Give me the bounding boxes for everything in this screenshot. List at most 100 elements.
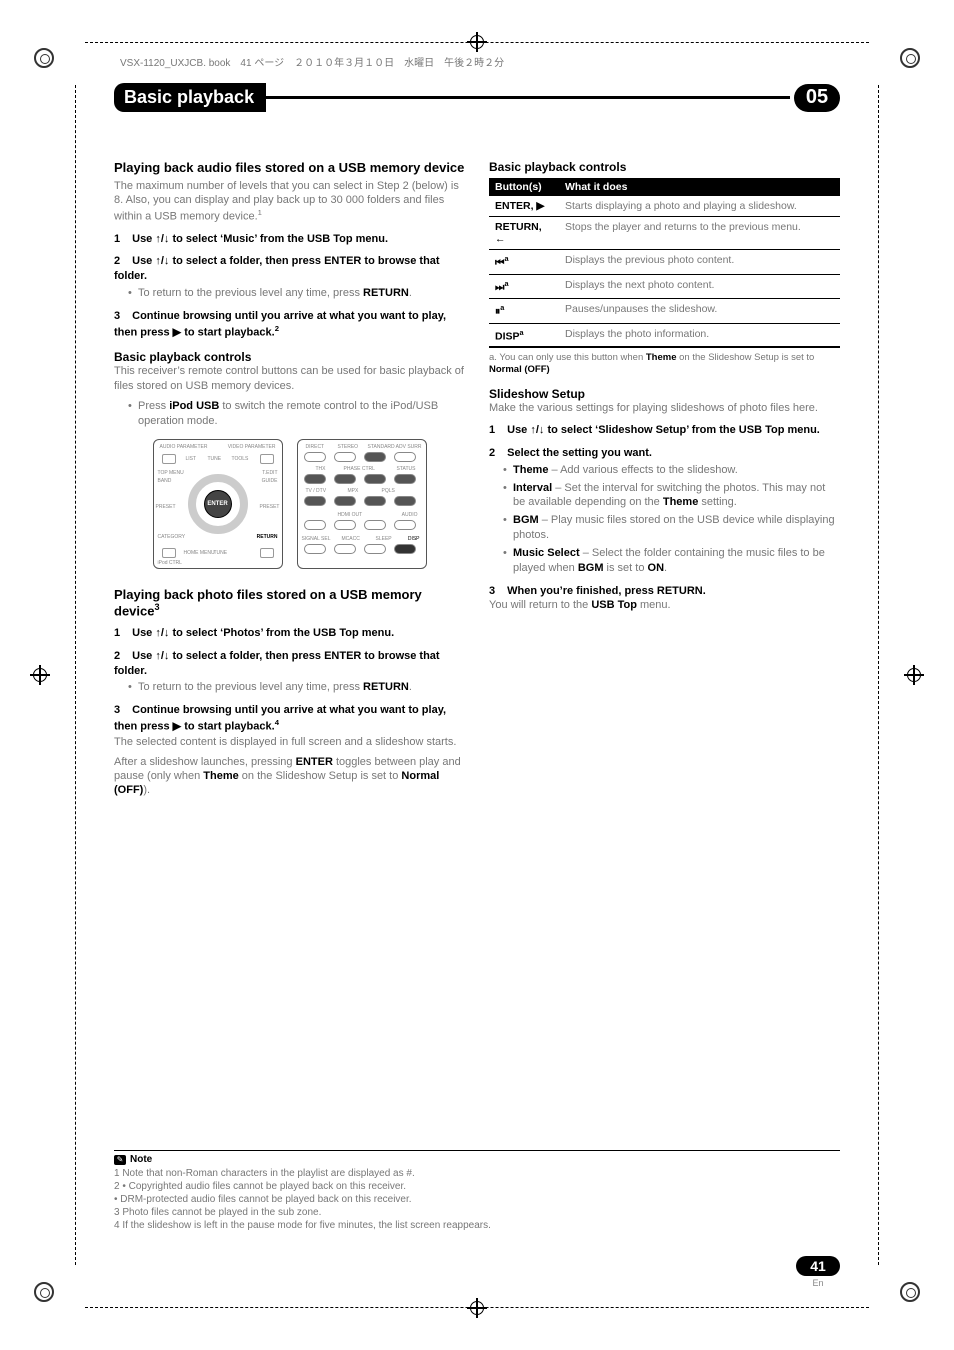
remote-button <box>304 544 326 554</box>
table-row: RETURN, ←Stops the player and returns to… <box>489 217 840 250</box>
remote-button <box>394 496 416 506</box>
registration-mark <box>900 1282 920 1302</box>
registration-mark <box>34 1282 54 1302</box>
remote-button <box>364 544 386 554</box>
remote-label: iPod CTRL <box>158 560 182 566</box>
remote-button <box>364 496 386 506</box>
footnote-item: 4 If the slideshow is left in the pause … <box>114 1219 840 1232</box>
step-2: 2 Use ↑/↓ to select a folder, then press… <box>114 254 465 284</box>
remote-label: RETURN <box>257 534 278 540</box>
body-text: After a slideshow launches, pressing ENT… <box>114 755 465 798</box>
remote-label: PRESET <box>156 504 176 510</box>
table-header-what: What it does <box>559 178 840 196</box>
remote-button <box>260 548 274 558</box>
bullet-list: Press iPod USB to switch the remote cont… <box>128 399 465 429</box>
remote-button <box>334 452 356 462</box>
remote-label: STATUS <box>397 466 416 472</box>
remote-button <box>394 452 416 462</box>
footnote-item: 2 • Copyrighted audio files cannot be pl… <box>114 1180 840 1193</box>
remote-label: HOME MENU <box>184 550 215 556</box>
remote-label: BAND <box>158 478 172 484</box>
remote-label: LIST <box>186 456 197 462</box>
list-item: To return to the previous level any time… <box>128 286 465 301</box>
step-3: 3 Continue browsing until you arrive at … <box>114 309 465 340</box>
left-column: Playing back audio files stored on a USB… <box>114 160 465 804</box>
list-item: Press iPod USB to switch the remote cont… <box>128 399 465 429</box>
step-3: 3 Continue browsing until you arrive at … <box>114 703 465 734</box>
list-item: Music Select – Select the folder contain… <box>503 546 840 576</box>
remote-label: SIGNAL SEL <box>302 536 331 542</box>
remote-diagram-transport: DIRECT STEREO STANDARD ADV SURR THX PHAS… <box>297 439 427 569</box>
remote-button <box>364 452 386 462</box>
remote-button <box>394 544 416 554</box>
step-1: 1 Use ↑/↓ to select ‘Music’ from the USB… <box>114 232 465 247</box>
section-heading-usb-audio: Playing back audio files stored on a USB… <box>114 160 465 175</box>
remote-label: TUNE <box>214 550 228 556</box>
remote-button <box>364 520 386 530</box>
step-1: 1 Use ↑/↓ to select ‘Slideshow Setup’ fr… <box>489 423 840 438</box>
remote-label: AUDIO PARAMETER <box>160 444 208 450</box>
bullet-list: To return to the previous level any time… <box>128 286 465 301</box>
controls-table: Button(s) What it does ENTER, ▶Starts di… <box>489 178 840 348</box>
remote-diagram-row: AUDIO PARAMETER VIDEO PARAMETER LIST TUN… <box>114 439 465 569</box>
section-heading-usb-photo: Playing back photo files stored on a USB… <box>114 587 465 618</box>
right-column: Basic playback controls Button(s) What i… <box>489 160 840 804</box>
table-row: ⏮aDisplays the previous photo content. <box>489 250 840 275</box>
remote-label: TV / DTV <box>306 488 327 494</box>
remote-button <box>260 454 274 464</box>
page-lang: En <box>796 1278 840 1288</box>
remote-button <box>334 520 356 530</box>
remote-button <box>364 474 386 484</box>
remote-label: THX <box>316 466 326 472</box>
print-header: VSX-1120_UXJCB. book 41 ページ ２０１０年３月１０日 水… <box>120 54 834 69</box>
bullet-list: Theme – Add various effects to the slide… <box>503 463 840 576</box>
registration-mark <box>900 48 920 68</box>
list-item: Interval – Set the interval for switchin… <box>503 481 840 511</box>
table-row: ⏭aDisplays the next photo content. <box>489 274 840 299</box>
subheading-basic-playback-controls: Basic playback controls <box>114 350 465 364</box>
remote-label: AUDIO <box>402 512 418 518</box>
step-2: 2 Use ↑/↓ to select a folder, then press… <box>114 649 465 679</box>
chapter-title-bar: Basic playback 05 <box>114 83 840 112</box>
remote-label: PHASE CTRL <box>344 466 375 472</box>
remote-button <box>394 520 416 530</box>
remote-button <box>304 452 326 462</box>
remote-diagram-nav: AUDIO PARAMETER VIDEO PARAMETER LIST TUN… <box>153 439 283 569</box>
step-1: 1 Use ↑/↓ to select ‘Photos’ from the US… <box>114 626 465 641</box>
list-item: To return to the previous level any time… <box>128 680 465 695</box>
remote-label: T.EDIT <box>262 470 277 476</box>
remote-label: GUIDE <box>262 478 278 484</box>
crop-guide <box>85 42 869 43</box>
remote-button <box>334 474 356 484</box>
footnote-item: 3 Photo files cannot be played in the su… <box>114 1206 840 1219</box>
remote-label: HDMI OUT <box>338 512 363 518</box>
table-row: DISPaDisplays the photo information. <box>489 323 840 347</box>
crosshair <box>30 665 50 685</box>
remote-button <box>304 496 326 506</box>
chapter-title: Basic playback <box>114 83 266 112</box>
crop-guide <box>75 85 76 1265</box>
remote-button <box>162 454 176 464</box>
remote-label: VIDEO PARAMETER <box>228 444 276 450</box>
footnote-item: • DRM-protected audio files cannot be pl… <box>114 1193 840 1206</box>
remote-label: PRESET <box>259 504 279 510</box>
step-3: 3 When you’re finished, press RETURN. <box>489 584 840 599</box>
bullet-list: To return to the previous level any time… <box>128 680 465 695</box>
remote-label: MCACC <box>342 536 360 542</box>
step-2: 2 Select the setting you want. <box>489 446 840 461</box>
remote-label: TUNE <box>208 456 222 462</box>
registration-mark <box>34 48 54 68</box>
table-row: ENTER, ▶Starts displaying a photo and pl… <box>489 196 840 217</box>
subheading-basic-playback-controls: Basic playback controls <box>489 160 840 174</box>
remote-button <box>334 496 356 506</box>
page-content: VSX-1120_UXJCB. book 41 ページ ２０１０年３月１０日 水… <box>114 52 840 1298</box>
remote-label: STANDARD <box>368 444 395 450</box>
list-item: BGM – Play music files stored on the USB… <box>503 513 840 543</box>
chapter-number-badge: 05 <box>794 84 840 112</box>
note-icon: ✎ <box>114 1155 126 1165</box>
crop-guide <box>878 85 879 1265</box>
remote-enter-button: ENTER <box>204 490 232 518</box>
remote-label: ADV SURR <box>396 444 422 450</box>
body-text: Make the various settings for playing sl… <box>489 401 840 415</box>
remote-label: TOOLS <box>232 456 249 462</box>
